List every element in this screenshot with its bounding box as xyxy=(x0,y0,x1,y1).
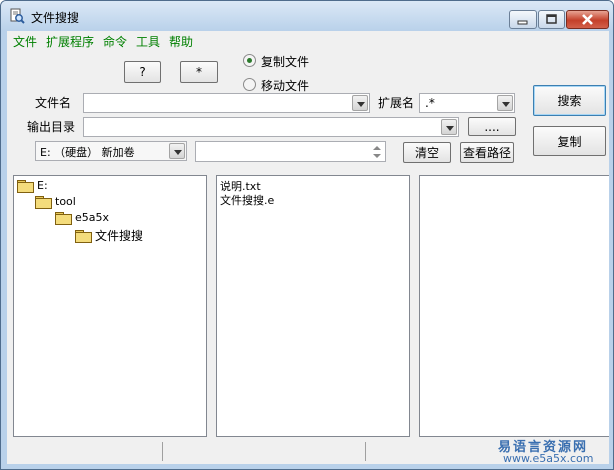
menu-command[interactable]: 命令 xyxy=(103,33,127,50)
tree-node-label: E: xyxy=(37,179,48,192)
extension-value: .* xyxy=(425,96,435,110)
folder-icon xyxy=(75,229,92,243)
close-button[interactable] xyxy=(566,10,609,29)
menu-file[interactable]: 文件 xyxy=(13,33,37,50)
watermark-url: www.e5a5x.com xyxy=(503,452,594,465)
folder-icon xyxy=(35,195,52,209)
move-file-radio[interactable] xyxy=(243,78,256,91)
spin-arrows[interactable] xyxy=(370,143,384,160)
tree-node-drive[interactable]: E: xyxy=(17,179,48,193)
search-button[interactable]: 搜索 xyxy=(533,85,606,116)
tree-node-label: tool xyxy=(55,195,76,208)
output-dir-combo[interactable] xyxy=(83,117,459,137)
chevron-down-icon[interactable] xyxy=(352,95,368,111)
tree-node-label: 文件搜搜 xyxy=(95,229,144,243)
title-bar[interactable]: 文件搜搜 xyxy=(1,1,613,31)
filename-combo[interactable] xyxy=(83,93,370,113)
status-divider xyxy=(162,442,163,461)
file-list[interactable]: 说明.txt 文件搜搜.e xyxy=(216,175,410,437)
menu-tools[interactable]: 工具 xyxy=(136,33,160,50)
minimize-icon xyxy=(517,20,528,25)
copy-button[interactable]: 复制 xyxy=(533,126,606,156)
extension-combo[interactable]: .* xyxy=(419,93,515,113)
filename-label: 文件名 xyxy=(35,96,72,110)
chevron-down-icon[interactable] xyxy=(169,143,185,159)
menu-bar: 文件 扩展程序 命令 工具 帮助 xyxy=(7,31,609,51)
wildcard-button[interactable]: * xyxy=(180,61,218,83)
copy-file-radio[interactable] xyxy=(243,54,256,67)
list-item[interactable]: 文件搜搜.e xyxy=(220,192,274,208)
menu-help[interactable]: 帮助 xyxy=(169,33,193,50)
output-dir-label: 输出目录 xyxy=(27,120,76,134)
minimize-button[interactable] xyxy=(509,10,537,29)
app-icon xyxy=(10,8,25,24)
chevron-down-icon[interactable] xyxy=(441,119,457,135)
maximize-icon xyxy=(546,14,557,24)
tree-node-wenjiansousou[interactable]: 文件搜搜 xyxy=(75,227,143,244)
tree-node-e5a5x[interactable]: e5a5x xyxy=(55,211,110,225)
maximize-button[interactable] xyxy=(538,10,565,29)
extension-label: 扩展名 xyxy=(378,96,415,110)
drive-value: E: （硬盘） 新加卷 xyxy=(40,146,135,159)
chevron-down-icon[interactable] xyxy=(497,95,513,111)
client-area: ? * 复制文件 移动文件 文件名 扩展名 .* 搜索 输出目录 .... 复制… xyxy=(7,51,609,464)
window-title: 文件搜搜 xyxy=(31,11,80,25)
browse-button[interactable]: .... xyxy=(468,117,516,136)
help-button[interactable]: ? xyxy=(124,61,161,83)
result-pane[interactable] xyxy=(419,175,609,437)
move-file-label: 移动文件 xyxy=(261,79,310,93)
close-icon xyxy=(582,14,593,25)
status-divider xyxy=(365,442,366,461)
copy-file-label: 复制文件 xyxy=(261,55,310,69)
folder-tree[interactable]: E: tool e5a5x 文件搜搜 xyxy=(13,175,207,437)
clear-button[interactable]: 清空 xyxy=(403,142,451,163)
tree-node-tool[interactable]: tool xyxy=(35,195,76,209)
folder-icon xyxy=(55,211,72,225)
count-spinner[interactable] xyxy=(195,141,386,162)
tree-node-label: e5a5x xyxy=(75,211,110,224)
drive-select[interactable]: E: （硬盘） 新加卷 xyxy=(35,141,187,161)
main-window: 文件搜搜 文件 扩展程序 命令 工具 帮助 ? * 复制文件 移动文件 文件名 … xyxy=(0,0,614,470)
menu-extensions[interactable]: 扩展程序 xyxy=(46,33,94,50)
folder-icon xyxy=(17,179,34,193)
view-path-button[interactable]: 查看路径 xyxy=(460,142,514,163)
